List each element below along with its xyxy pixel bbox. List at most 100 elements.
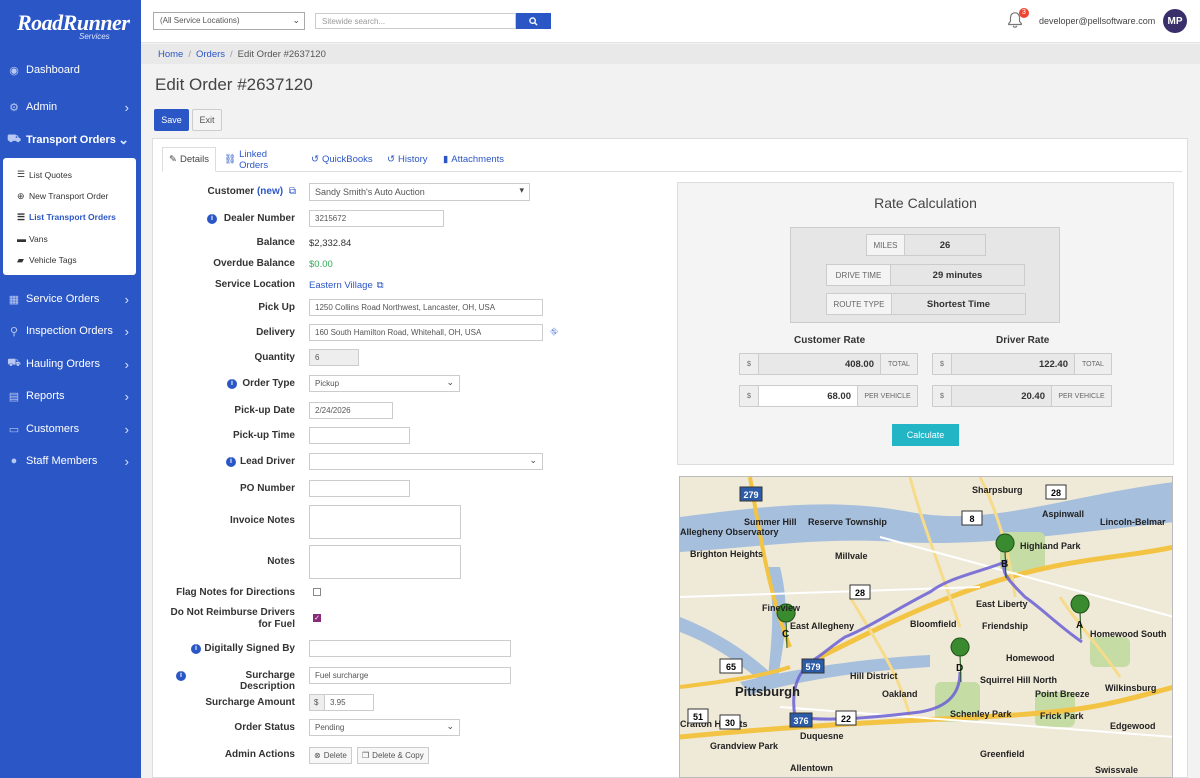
avatar[interactable]: MP bbox=[1163, 9, 1187, 33]
sidebar-item-transport-orders[interactable]: ⛟ Transport Orders ⌄ bbox=[0, 127, 141, 153]
external-link-icon[interactable]: ⧉ bbox=[289, 186, 296, 197]
breadcrumb-orders[interactable]: Orders bbox=[196, 49, 225, 60]
external-link-icon: ⧉ bbox=[376, 280, 384, 291]
delete-button-label: Delete bbox=[323, 751, 347, 760]
search-button[interactable] bbox=[516, 13, 551, 29]
map-label: Fineview bbox=[762, 603, 801, 613]
svg-text:376: 376 bbox=[793, 716, 808, 726]
info-icon[interactable]: i bbox=[191, 644, 201, 654]
driver-total-value[interactable]: 122.40 bbox=[951, 353, 1075, 375]
truck-icon: ⛟ bbox=[7, 357, 21, 369]
customer-select[interactable]: Sandy Smith's Auto Auction ▾ bbox=[309, 183, 530, 201]
map-label: Aspinwall bbox=[1042, 509, 1084, 519]
map-label: Reserve Township bbox=[808, 517, 887, 527]
sidebar-item-customers[interactable]: ▭ Customers › bbox=[0, 416, 141, 442]
service-location-link[interactable]: Eastern Village ⧉ bbox=[309, 280, 384, 291]
pickup-address-input[interactable]: 1250 Collins Road Northwest, Lancaster, … bbox=[309, 299, 543, 316]
customer-new-link[interactable]: (new) bbox=[257, 186, 283, 197]
service-location-select-value: (All Service Locations) bbox=[160, 16, 240, 25]
po-number-input[interactable] bbox=[309, 480, 410, 497]
exit-button[interactable]: Exit bbox=[192, 109, 222, 131]
order-type-select[interactable]: Pickup ⌄ bbox=[309, 375, 460, 392]
info-icon[interactable]: i bbox=[207, 214, 217, 224]
surcharge-description-input[interactable]: Fuel surcharge bbox=[309, 667, 511, 684]
sidebar: RoadRunner Services ◉ Dashboard ⚙ Admin … bbox=[0, 0, 141, 778]
customer-select-value: Sandy Smith's Auto Auction bbox=[315, 187, 425, 197]
map-label: Lincoln-Belmar bbox=[1100, 517, 1166, 527]
sidebar-item-reports[interactable]: ▤ Reports › bbox=[0, 383, 141, 409]
tab-linked-orders[interactable]: ⛓ Linked Orders bbox=[224, 147, 268, 172]
currency-addon: $ bbox=[739, 385, 759, 407]
delivery-address-input[interactable]: 160 South Hamilton Road, Whitehall, OH, … bbox=[309, 324, 543, 341]
customer-per-vehicle-value[interactable]: 68.00 bbox=[758, 385, 858, 407]
invoice-notes-textarea[interactable] bbox=[309, 505, 461, 539]
balance-label: Balance bbox=[256, 237, 295, 248]
map-label: Duquesne bbox=[800, 731, 844, 741]
map-label: Sharpsburg bbox=[972, 485, 1023, 495]
submenu-item-label: Vans bbox=[29, 233, 48, 244]
delete-copy-button[interactable]: ❐ Delete & Copy bbox=[357, 747, 429, 764]
save-button[interactable]: Save bbox=[154, 109, 189, 131]
driver-per-vehicle-value[interactable]: 20.40 bbox=[951, 385, 1052, 407]
customer-total-value[interactable]: 408.00 bbox=[758, 353, 881, 375]
svg-text:22: 22 bbox=[841, 714, 851, 724]
no-reimburse-checkbox[interactable]: ✓ bbox=[313, 614, 321, 622]
plus-circle-icon: ⊕ bbox=[17, 190, 25, 201]
order-status-value: Pending bbox=[315, 723, 345, 732]
submenu-item-vans[interactable]: ▬ Vans bbox=[3, 228, 136, 249]
sidebar-item-hauling-orders[interactable]: ⛟ Hauling Orders › bbox=[0, 351, 141, 377]
currency-addon: $ bbox=[932, 353, 952, 375]
signed-by-input[interactable] bbox=[309, 640, 511, 657]
notes-textarea[interactable] bbox=[309, 545, 461, 579]
pickup-time-input[interactable] bbox=[309, 427, 410, 444]
sidebar-item-staff-members[interactable]: ● Staff Members › bbox=[0, 448, 141, 474]
info-icon[interactable]: i bbox=[227, 379, 237, 389]
map-label: Point Breeze bbox=[1035, 689, 1090, 699]
brand-logo[interactable]: RoadRunner Services bbox=[0, 0, 141, 43]
breadcrumb-home[interactable]: Home bbox=[158, 49, 183, 60]
route-map[interactable]: A B C D Sharpsburg Aspinwall Allegheny O… bbox=[679, 476, 1173, 778]
map-route-icon[interactable]: ⛗ bbox=[550, 327, 558, 338]
info-icon[interactable]: i bbox=[226, 457, 236, 467]
delete-button[interactable]: ⊗ Delete bbox=[309, 747, 352, 764]
chevron-right-icon: › bbox=[124, 388, 129, 404]
order-status-select[interactable]: Pending ⌄ bbox=[309, 719, 460, 736]
submenu-item-vehicle-tags[interactable]: ▰ Vehicle Tags bbox=[3, 250, 136, 271]
info-icon[interactable]: i bbox=[176, 671, 186, 681]
surcharge-amount-input[interactable]: 3.95 bbox=[324, 694, 374, 711]
dealer-number-input[interactable]: 3215672 bbox=[309, 210, 444, 227]
submenu-item-new-transport-order[interactable]: ⊕ New Transport Order bbox=[3, 185, 136, 206]
list-icon: ☰ bbox=[17, 169, 26, 180]
sidebar-item-service-orders[interactable]: ▦ Service Orders › bbox=[0, 286, 141, 312]
lead-driver-select[interactable]: ⌄ bbox=[309, 453, 543, 470]
user-email[interactable]: developer@pellsoftware.com bbox=[1039, 16, 1155, 26]
tab-history[interactable]: ↺ History bbox=[387, 147, 428, 172]
chart-icon: ▤ bbox=[8, 390, 20, 403]
caret-down-icon: ▾ bbox=[519, 185, 524, 195]
per-vehicle-addon: PER VEHICLE bbox=[857, 385, 918, 407]
signed-by-label: Digitally Signed By bbox=[204, 643, 295, 654]
tab-label: QuickBooks bbox=[321, 154, 373, 165]
svg-text:579: 579 bbox=[805, 662, 820, 672]
delete-copy-button-label: Delete & Copy bbox=[372, 751, 424, 760]
service-location-select[interactable]: (All Service Locations) ⌄ bbox=[153, 12, 305, 30]
currency-addon: $ bbox=[932, 385, 952, 407]
quantity-label: Quantity bbox=[254, 352, 295, 363]
chevron-right-icon: › bbox=[124, 291, 129, 307]
sidebar-item-admin[interactable]: ⚙ Admin › bbox=[0, 94, 141, 120]
id-card-icon: ▭ bbox=[8, 423, 20, 436]
map-label: East Liberty bbox=[976, 599, 1028, 609]
flag-notes-checkbox[interactable] bbox=[313, 588, 321, 596]
tab-attachments[interactable]: ▮ Attachments bbox=[443, 147, 504, 172]
submenu-item-list-quotes[interactable]: ☰ List Quotes bbox=[3, 164, 136, 185]
sidebar-item-dashboard[interactable]: ◉ Dashboard bbox=[0, 57, 141, 83]
tab-quickbooks[interactable]: ↺ QuickBooks bbox=[311, 147, 373, 172]
quantity-input[interactable]: 6 bbox=[309, 349, 359, 366]
calculate-button[interactable]: Calculate bbox=[892, 424, 959, 446]
sidebar-item-inspection-orders[interactable]: ⚲ Inspection Orders › bbox=[0, 318, 141, 344]
sitewide-search-input[interactable]: Sitewide search... bbox=[315, 13, 516, 29]
submenu-item-list-transport-orders[interactable]: ☰ List Transport Orders bbox=[3, 207, 136, 228]
tab-details[interactable]: ✎ Details bbox=[162, 147, 217, 172]
pickup-date-input[interactable]: 2/24/2026 bbox=[309, 402, 393, 419]
submenu-item-label: List Transport Orders bbox=[29, 212, 116, 223]
